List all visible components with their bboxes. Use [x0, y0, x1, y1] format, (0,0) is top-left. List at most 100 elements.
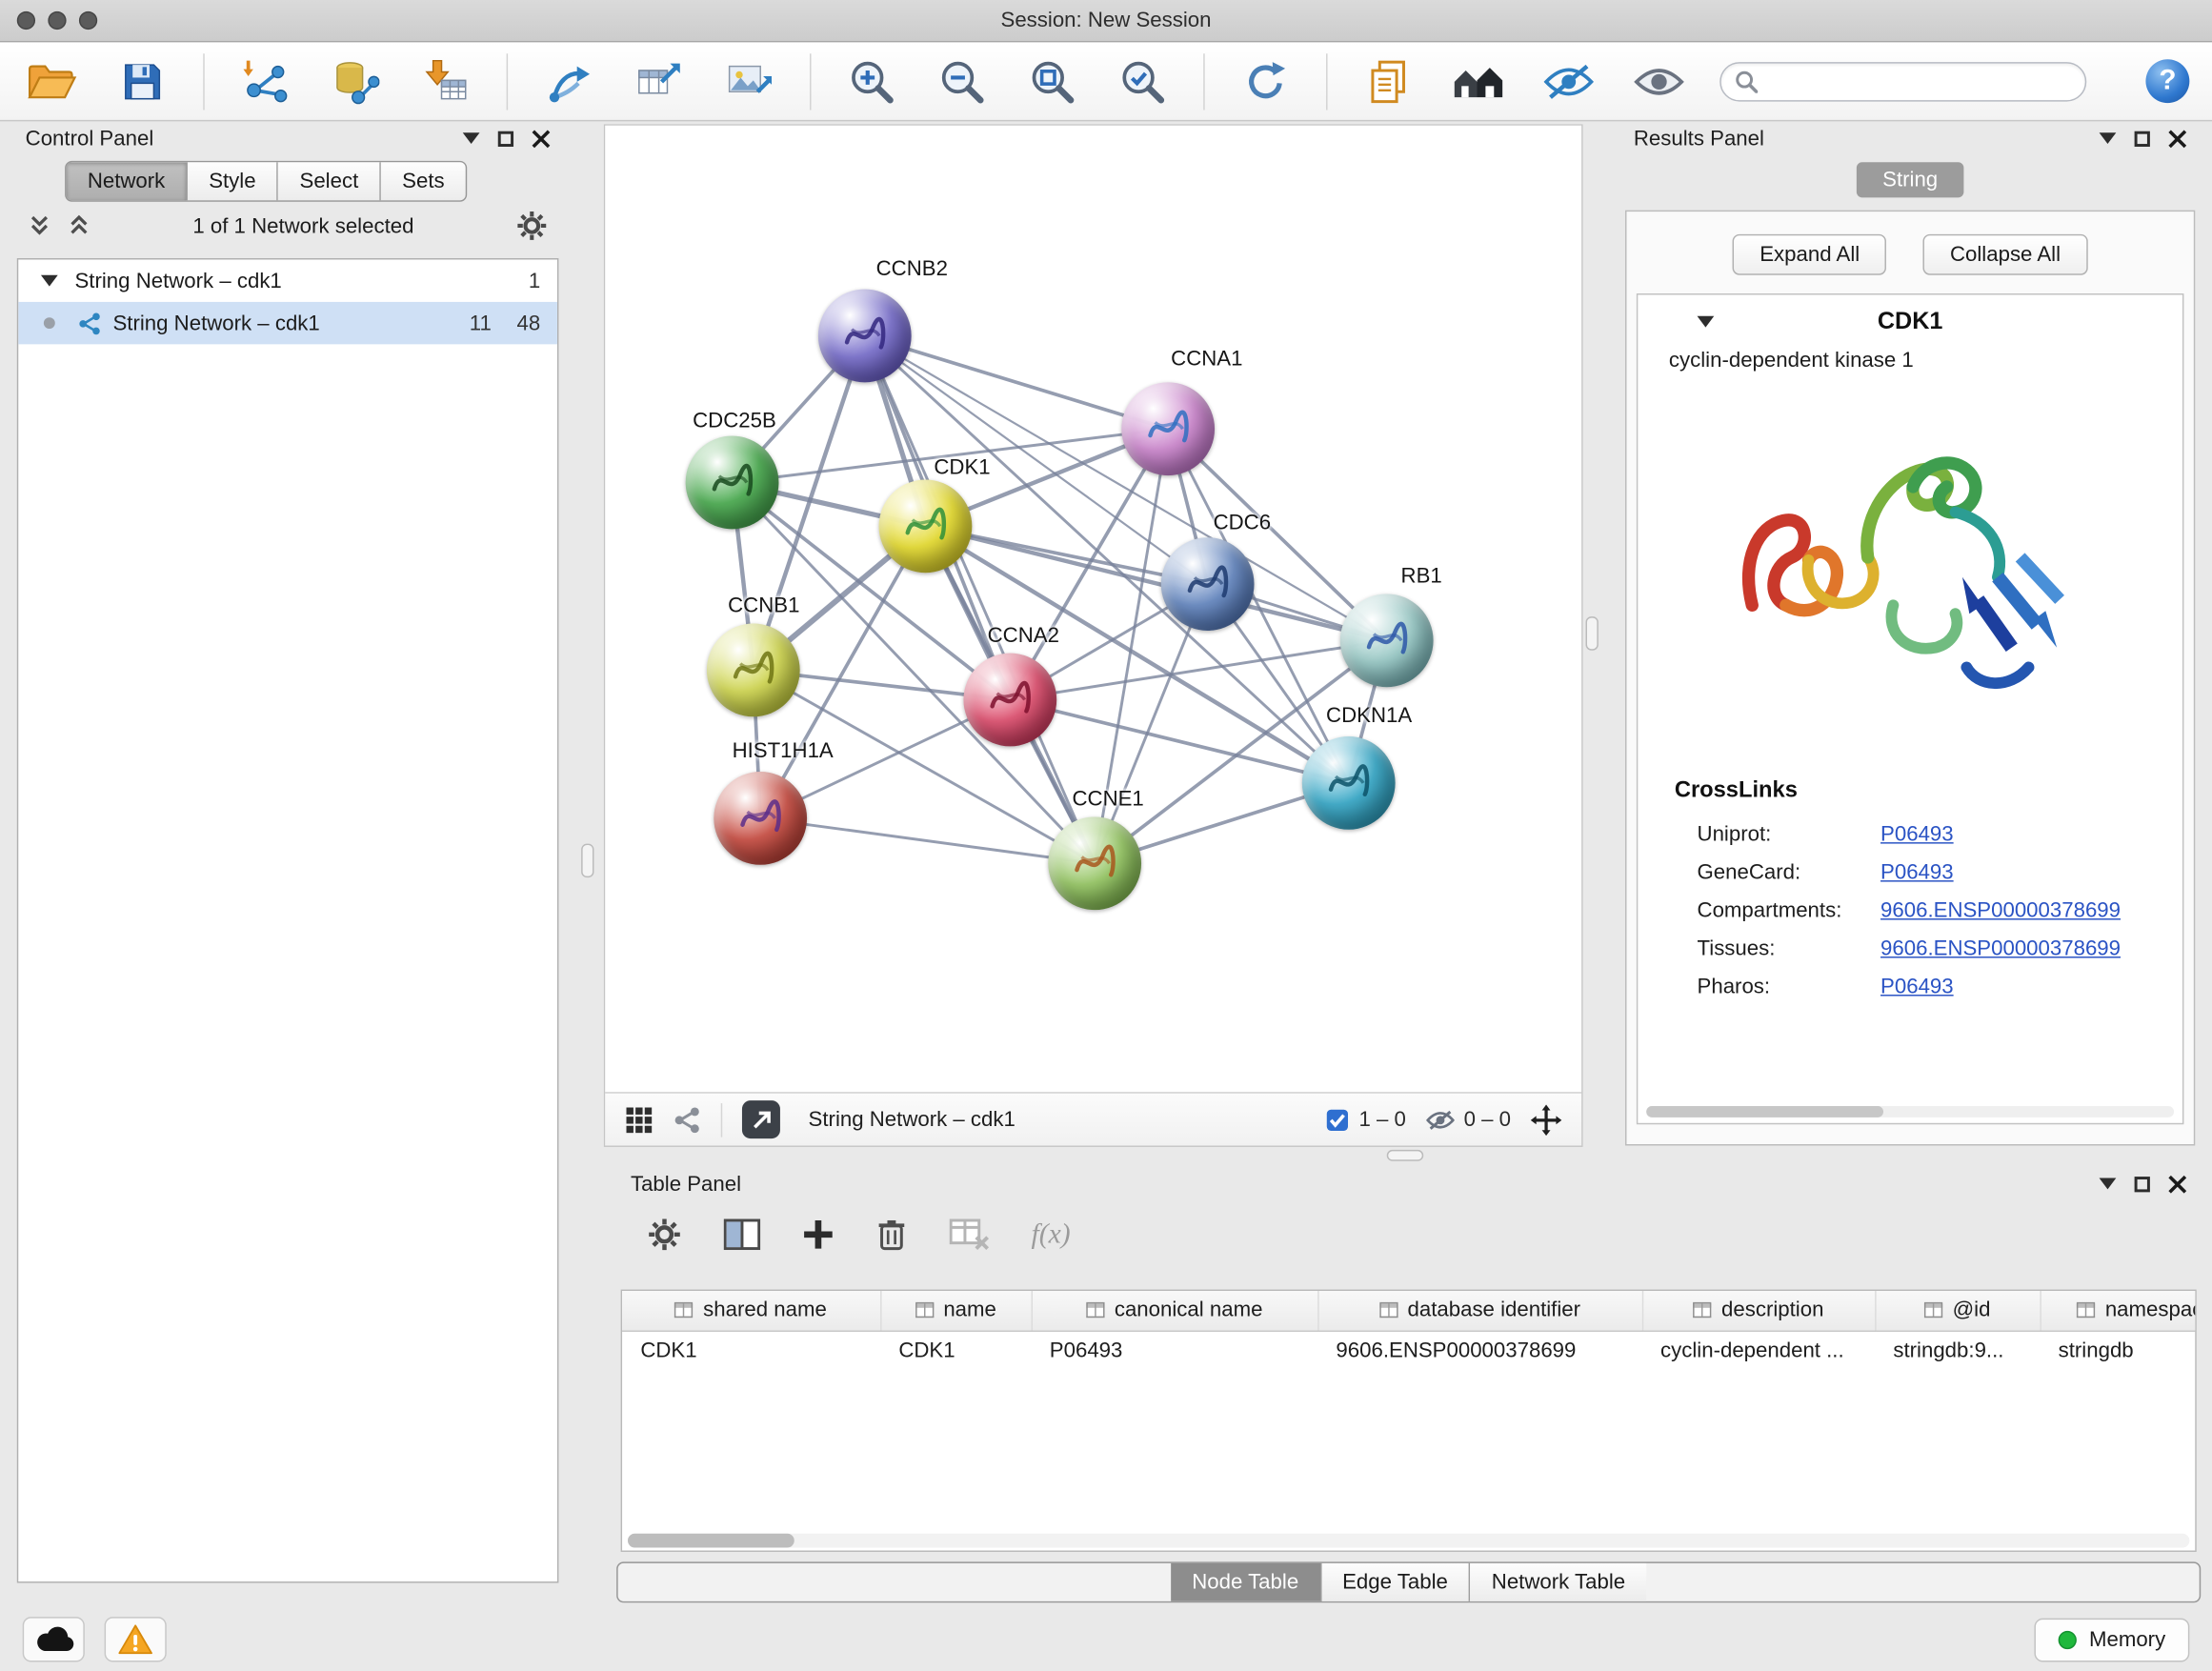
new-network-from-selection-button[interactable] — [629, 49, 688, 113]
crosslink-value-link[interactable]: 9606.ENSP00000378699 — [1880, 936, 2121, 960]
table-cell[interactable]: stringdb — [2040, 1330, 2196, 1369]
table-cell[interactable]: stringdb:9... — [1875, 1330, 2040, 1369]
network-row[interactable]: String Network – cdk1 11 48 — [18, 302, 557, 344]
tab-style[interactable]: Style — [188, 162, 278, 200]
table-horizontal-scrollbar[interactable] — [628, 1534, 2189, 1548]
network-node-HIST1H1A[interactable] — [714, 772, 807, 865]
column-header[interactable]: shared name — [622, 1291, 880, 1330]
crosslink-value-link[interactable]: P06493 — [1880, 975, 1954, 998]
tree-expand-icon[interactable] — [41, 275, 58, 287]
network-node-CDK1[interactable] — [879, 480, 973, 574]
table-cell[interactable]: 9606.ENSP00000378699 — [1317, 1330, 1642, 1369]
search-input[interactable] — [1768, 70, 2071, 92]
network-node-RB1[interactable] — [1340, 594, 1434, 687]
gear-icon[interactable] — [516, 211, 548, 242]
column-header[interactable]: name — [880, 1291, 1031, 1330]
left-splitter-handle[interactable] — [581, 844, 593, 878]
close-panel-icon[interactable] — [2168, 1175, 2186, 1193]
collapse-all-button[interactable]: Collapse All — [1923, 234, 2087, 275]
zoom-fit-button[interactable] — [1023, 49, 1082, 113]
network-node-CCNB2[interactable] — [818, 290, 912, 383]
network-overview-icon[interactable] — [673, 1105, 701, 1134]
network-node-CCNB1[interactable] — [707, 624, 800, 717]
automation-button[interactable] — [23, 1617, 85, 1661]
show-all-button[interactable] — [1629, 49, 1688, 113]
table-cell[interactable]: CDK1 — [622, 1330, 880, 1369]
open-session-button[interactable] — [23, 49, 82, 113]
close-panel-icon[interactable] — [2168, 130, 2186, 148]
tab-network[interactable]: Network — [67, 162, 188, 200]
table-cell[interactable]: cyclin-dependent ... — [1642, 1330, 1875, 1369]
network-collection-row[interactable]: String Network – cdk1 1 — [18, 259, 557, 301]
tab-network-table[interactable]: Network Table — [1471, 1563, 1647, 1601]
apply-layout-button[interactable] — [1236, 49, 1295, 113]
table-cell[interactable]: CDK1 — [880, 1330, 1031, 1369]
import-network-from-database-button[interactable] — [326, 49, 385, 113]
show-columns-icon[interactable] — [724, 1218, 761, 1250]
import-table-from-file-button[interactable] — [416, 49, 475, 113]
collapse-all-icon[interactable] — [29, 214, 51, 237]
table-settings-gear-icon[interactable] — [648, 1218, 682, 1252]
add-column-icon[interactable] — [803, 1218, 835, 1250]
expand-all-icon[interactable] — [68, 214, 90, 237]
minimize-window-button[interactable] — [48, 11, 66, 30]
delete-column-trash-icon[interactable] — [876, 1218, 908, 1252]
expand-all-button[interactable]: Expand All — [1733, 234, 1886, 275]
tab-node-table[interactable]: Node Table — [1171, 1563, 1321, 1601]
collapse-panel-icon[interactable] — [2100, 132, 2117, 144]
table-cell[interactable]: P06493 — [1032, 1330, 1318, 1369]
delete-table-icon-disabled[interactable] — [950, 1218, 989, 1250]
network-node-CCNE1[interactable] — [1048, 816, 1141, 910]
network-canvas[interactable]: CCNB2CCNA1CDC25BCDK1CDC6RB1CCNB1CCNA2CDK… — [605, 126, 1581, 1092]
results-horizontal-scrollbar[interactable] — [1646, 1106, 2174, 1117]
save-session-button[interactable] — [112, 49, 171, 113]
tab-select[interactable]: Select — [278, 162, 381, 200]
network-node-CDC6[interactable] — [1161, 537, 1255, 631]
network-node-CCNA2[interactable] — [963, 654, 1056, 747]
zoom-in-button[interactable] — [842, 49, 901, 113]
export-network-button[interactable] — [742, 1100, 780, 1138]
right-splitter-handle[interactable] — [1586, 616, 1599, 651]
float-panel-icon[interactable] — [2135, 1176, 2150, 1191]
search-box[interactable] — [1719, 61, 2086, 100]
column-header[interactable]: namespace — [2040, 1291, 2196, 1330]
collapse-panel-icon[interactable] — [463, 132, 480, 144]
bottom-splitter-handle[interactable] — [1387, 1150, 1424, 1161]
import-network-from-file-button[interactable] — [235, 49, 294, 113]
column-header[interactable]: description — [1642, 1291, 1875, 1330]
close-panel-icon[interactable] — [532, 130, 550, 148]
move-crosshair-icon[interactable] — [1531, 1104, 1562, 1136]
hide-selected-button[interactable] — [1539, 49, 1599, 113]
column-header[interactable]: database identifier — [1317, 1291, 1642, 1330]
export-image-button[interactable] — [719, 49, 778, 113]
network-node-CDC25B[interactable] — [686, 436, 779, 530]
table-row[interactable]: CDK1CDK1P064939606.ENSP00000378699cyclin… — [622, 1330, 2197, 1369]
tab-edge-table[interactable]: Edge Table — [1321, 1563, 1471, 1601]
help-icon[interactable]: ? — [2145, 59, 2189, 103]
function-builder-icon[interactable]: f(x) — [1032, 1218, 1071, 1251]
float-panel-icon[interactable] — [498, 131, 513, 146]
column-header[interactable]: canonical name — [1032, 1291, 1318, 1330]
float-panel-icon[interactable] — [2135, 131, 2150, 146]
warnings-button[interactable] — [105, 1617, 167, 1661]
close-window-button[interactable] — [17, 11, 35, 30]
crosslink-value-link[interactable]: P06493 — [1880, 822, 1954, 846]
crosslink-value-link[interactable]: P06493 — [1880, 860, 1954, 884]
network-node-CDKN1A[interactable] — [1302, 736, 1396, 830]
cybrowser-home-button[interactable] — [1449, 49, 1508, 113]
memory-button[interactable]: Memory — [2034, 1618, 2189, 1661]
tab-string[interactable]: String — [1857, 162, 1962, 197]
zoom-out-button[interactable] — [933, 49, 992, 113]
copy-button[interactable] — [1358, 49, 1418, 113]
column-header[interactable]: @id — [1875, 1291, 2040, 1330]
zoom-selected-button[interactable] — [1113, 49, 1172, 113]
zoom-window-button[interactable] — [79, 11, 97, 30]
crosslink-value-link[interactable]: 9606.ENSP00000378699 — [1880, 898, 2121, 922]
grid-view-icon[interactable] — [625, 1105, 654, 1134]
collapse-panel-icon[interactable] — [2100, 1178, 2117, 1190]
tab-sets[interactable]: Sets — [381, 162, 466, 200]
protein-card-header[interactable]: CDK1 — [1638, 295, 2182, 349]
collapse-section-icon[interactable] — [1698, 316, 1715, 328]
network-node-CCNA1[interactable] — [1121, 382, 1215, 475]
first-neighbors-button[interactable] — [539, 49, 598, 113]
